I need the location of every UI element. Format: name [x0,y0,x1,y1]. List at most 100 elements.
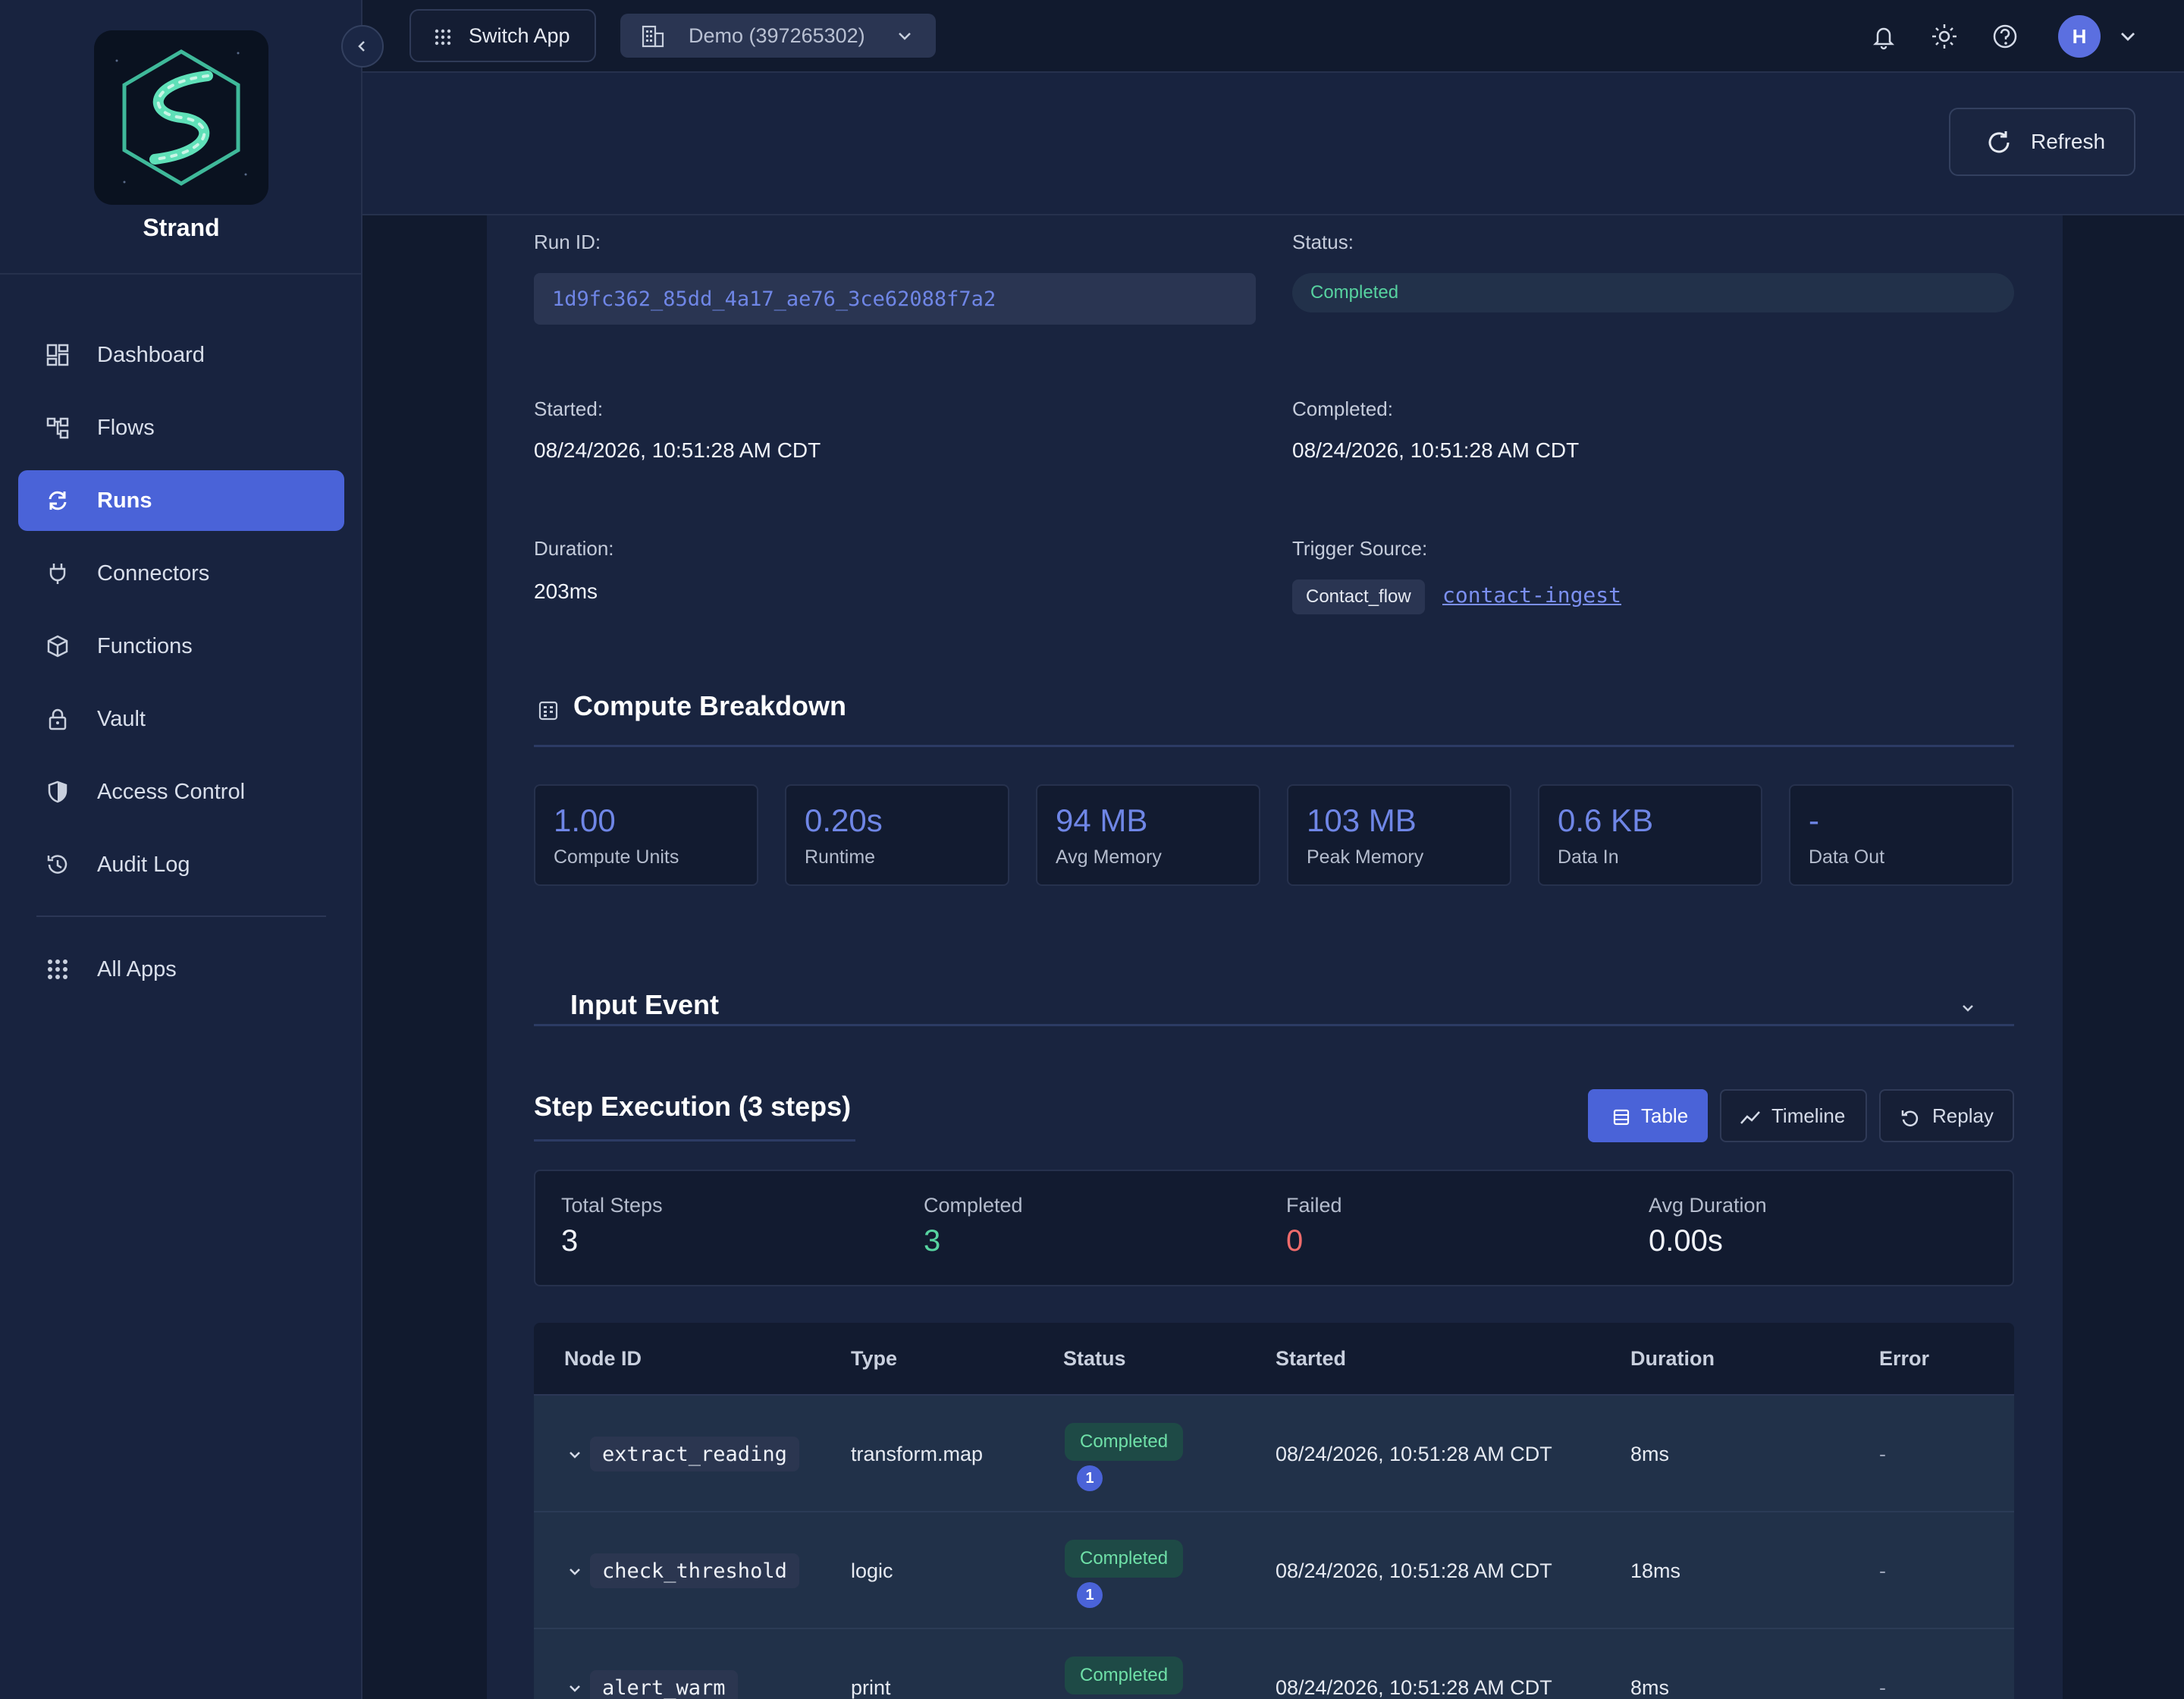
step-table: Node ID Type Status Started Duration Err… [534,1323,2014,1699]
input-event-title: Input Event [570,989,719,1020]
summary-label: Completed [924,1194,1023,1217]
sun-icon[interactable] [1929,21,1960,52]
column-header: Error [1879,1347,1930,1370]
node-id-chip: alert_warm [590,1670,738,1699]
dashboard-icon [46,344,69,366]
metric-card-data-out: - Data Out [1789,784,2013,886]
step-duration: 18ms [1630,1559,1681,1582]
table-row[interactable]: extract_reading transform.map Completed … [534,1396,2014,1512]
column-header: Type [851,1347,898,1370]
view-table-label: Table [1641,1104,1689,1127]
completed-value: 08/24/2026, 10:51:28 AM CDT [1292,438,1580,462]
summary-label: Total Steps [561,1194,663,1217]
title-underline [534,1139,855,1142]
brand-area: Strand [0,0,362,275]
view-timeline-button[interactable]: Timeline [1720,1089,1867,1142]
refresh-icon [1988,131,2010,153]
organization-select[interactable]: Demo (397265302) [620,14,936,58]
step-started: 08/24/2026, 10:51:28 AM CDT [1276,1559,1552,1582]
sidebar-item-audit-log[interactable]: Audit Log [18,834,344,895]
history-icon [47,855,67,874]
chevron-down-icon[interactable] [567,1564,582,1579]
trend-line-icon [1740,1111,1760,1124]
metric-value: 1.00 [554,802,616,838]
strand-logo[interactable] [94,30,268,205]
started-value: 08/24/2026, 10:51:28 AM CDT [534,438,821,462]
started-label: Started: [534,397,604,420]
grid-dots-icon [48,959,67,979]
sidebar: Strand Dashboard Flows Runs Connectors F… [0,0,362,1699]
node-id-chip: extract_reading [590,1437,799,1471]
attempt-count-badge: 1 [1077,1465,1103,1491]
duration-value: 203ms [534,579,598,603]
chevron-down-icon[interactable] [2119,27,2137,46]
refresh-button[interactable]: Refresh [1949,108,2135,176]
table-row[interactable]: check_threshold logic Completed 1 08/24/… [534,1512,2014,1629]
status-value: Completed [1310,282,1399,303]
view-timeline-label: Timeline [1771,1104,1846,1127]
view-table-button[interactable]: Table [1588,1089,1708,1142]
switch-app-label: Switch App [469,24,570,47]
sidebar-item-vault[interactable]: Vault [18,689,344,749]
bell-icon[interactable] [1869,21,1899,52]
step-duration: 8ms [1630,1443,1670,1465]
sidebar-item-all-apps[interactable]: All Apps [18,939,344,1000]
runs-icon [49,491,67,510]
organization-label: Demo (397265302) [689,24,865,47]
shield-icon [48,780,67,803]
avatar[interactable]: H [2058,15,2101,58]
top-bar: Switch App Demo (397265302) H [362,0,2184,73]
calculator-icon [538,701,558,721]
step-type: print [851,1676,891,1699]
metric-value: 94 MB [1056,802,1148,838]
metric-label: Data In [1558,846,1619,868]
run-id-label: Run ID: [534,231,601,253]
metric-card-data-in: 0.6 KB Data In [1538,784,1762,886]
trigger-source-link[interactable]: contact-ingest [1442,583,1621,608]
metric-card-avg-memory: 94 MB Avg Memory [1036,784,1260,886]
refresh-label: Refresh [2031,130,2106,153]
metric-label: Data Out [1809,846,1885,868]
sidebar-item-label: Connectors [97,561,210,586]
metric-value: - [1809,802,1819,838]
plug-icon [49,564,66,584]
chevron-down-icon[interactable] [567,1447,582,1462]
chevron-down-icon[interactable] [567,1681,582,1696]
view-replay-label: Replay [1932,1104,1994,1127]
completed-label: Completed: [1292,397,1393,420]
view-replay-button[interactable]: Replay [1879,1089,2014,1142]
sidebar-divider [36,915,326,917]
sidebar-item-access-control[interactable]: Access Control [18,762,344,822]
column-header: Status [1063,1347,1126,1370]
switch-app-button[interactable]: Switch App [410,9,596,62]
sidebar-item-connectors[interactable]: Connectors [18,543,344,604]
metric-label: Peak Memory [1307,846,1424,868]
trigger-type-chip: Contact_flow [1292,579,1425,614]
input-event-accordion[interactable]: Input Event [534,966,2014,1039]
sidebar-collapse-button[interactable] [341,25,384,68]
run-id-field[interactable]: 1d9fc362_85dd_4a17_ae76_3ce62088f7a2 [534,273,1256,325]
replay-icon [1901,1110,1919,1126]
run-id-value: 1d9fc362_85dd_4a17_ae76_3ce62088f7a2 [552,287,996,311]
sidebar-item-label: All Apps [97,956,177,981]
status-badge: Completed [1292,273,2014,312]
step-duration: 8ms [1630,1676,1670,1699]
flows-icon [46,417,69,439]
sidebar-item-runs[interactable]: Runs [18,470,344,531]
sidebar-item-flows[interactable]: Flows [18,397,344,458]
sidebar-item-dashboard[interactable]: Dashboard [18,325,344,385]
status-label: Status: [1292,231,1354,253]
sidebar-item-functions[interactable]: Functions [18,616,344,677]
table-row[interactable]: alert_warm print Completed 08/24/2026, 1… [534,1629,2014,1699]
step-type: transform.map [851,1443,984,1465]
metric-label: Compute Units [554,846,679,868]
step-summary: Total Steps 3 Completed 3 Failed 0 Avg D… [534,1170,2014,1286]
step-error: - [1879,1559,1886,1582]
help-icon[interactable] [1990,21,2020,52]
column-header: Node ID [564,1347,642,1370]
brand-name: Strand [143,214,220,241]
duration-label: Duration: [534,537,614,560]
cube-icon [47,635,68,658]
sidebar-item-label: Dashboard [97,342,205,367]
step-type: logic [851,1559,893,1582]
